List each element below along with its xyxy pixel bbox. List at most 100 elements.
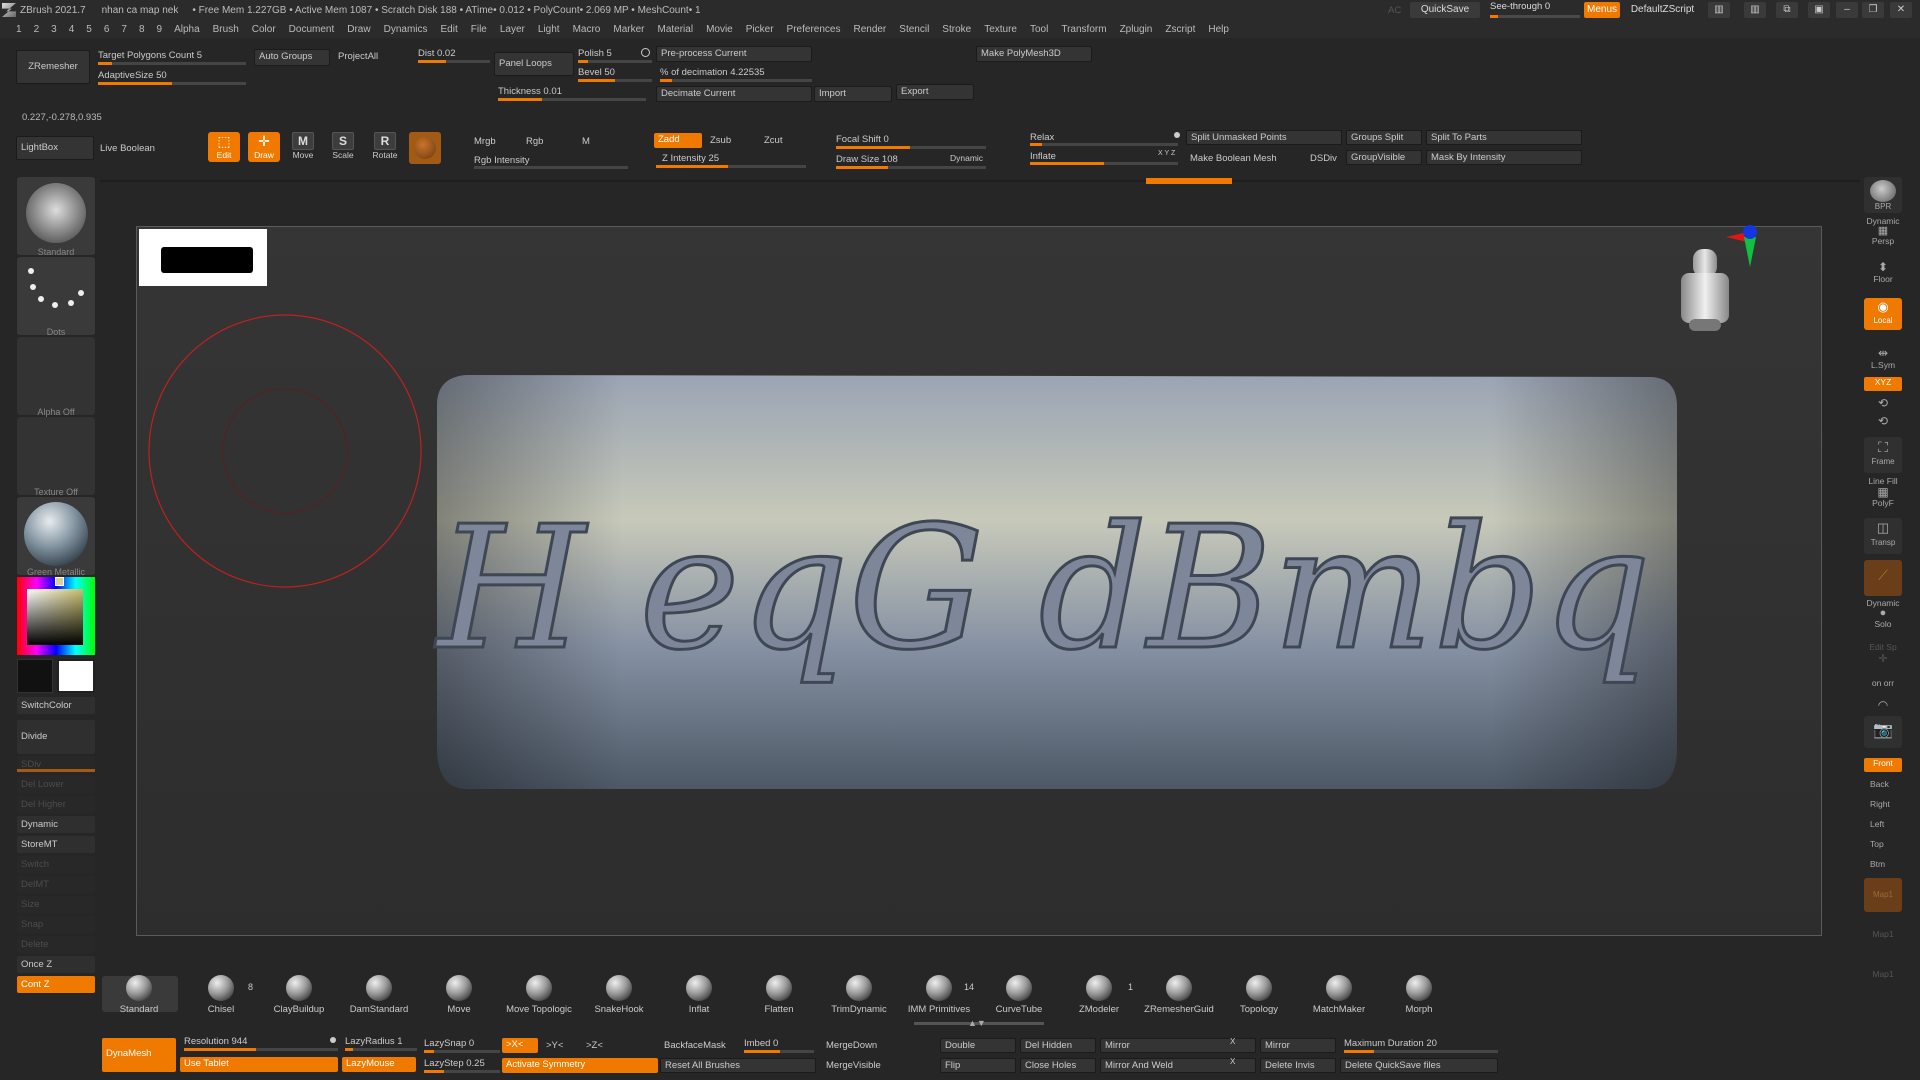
menu-help[interactable]: Help (1208, 24, 1229, 35)
relax-toggle-icon[interactable] (1174, 132, 1180, 138)
menu-file[interactable]: File (471, 24, 487, 35)
gauge-icon[interactable]: ◠ (1864, 698, 1902, 712)
menu-color[interactable]: Color (252, 24, 276, 35)
brush-topology[interactable]: Topology (1224, 975, 1294, 1015)
brush-standard[interactable]: Standard (104, 975, 174, 1015)
menu-document[interactable]: Document (289, 24, 335, 35)
mask-by-intensity-button[interactable]: Mask By Intensity (1426, 150, 1582, 165)
menu-tool[interactable]: Tool (1030, 24, 1048, 35)
draw-size-slider[interactable] (836, 166, 986, 169)
rotate-y-icon[interactable]: ⟲ (1864, 396, 1902, 410)
brush-trimdynamic[interactable]: TrimDynamic (824, 975, 894, 1015)
color-picker[interactable] (17, 577, 95, 655)
brush-curvetube[interactable]: CurveTube (984, 975, 1054, 1015)
see-through-slider[interactable]: See-through 0 (1490, 1, 1580, 19)
restore-icon[interactable]: ❐ (1862, 2, 1884, 18)
resolution-slider[interactable] (184, 1048, 338, 1051)
activate-symmetry-button[interactable]: Activate Symmetry (502, 1058, 658, 1073)
view-front-button[interactable]: Front (1864, 758, 1902, 772)
menu-picker[interactable]: Picker (746, 24, 774, 35)
ghost-button[interactable]: ⟋ (1864, 560, 1902, 596)
adaptive-size-slider[interactable] (98, 82, 246, 85)
scale-mode-button[interactable]: S Scale (327, 132, 359, 162)
lsym-button[interactable]: ⇹ L.Sym (1864, 346, 1902, 370)
live-boolean-button[interactable]: Live Boolean (100, 143, 155, 154)
flip-button[interactable]: Flip (940, 1058, 1016, 1073)
menu-zplugin[interactable]: Zplugin (1120, 24, 1153, 35)
brush-imm-primitives[interactable]: IMM Primitives (904, 975, 974, 1015)
close-holes-button[interactable]: Close Holes (1020, 1058, 1096, 1073)
menu-edit[interactable]: Edit (441, 24, 458, 35)
auto-groups-button[interactable]: Auto Groups (254, 49, 330, 66)
brush-morph[interactable]: Morph (1384, 975, 1454, 1015)
rgb-button[interactable]: Rgb (526, 136, 543, 147)
maximum-duration-slider[interactable] (1344, 1050, 1498, 1053)
split-unmasked-points-button[interactable]: Split Unmasked Points (1186, 130, 1342, 145)
bpr-render-button[interactable]: BPR (1864, 177, 1902, 213)
switch-button[interactable]: Switch (17, 856, 95, 873)
view-right-button[interactable]: Right (1864, 799, 1902, 809)
inflate-axis-label[interactable]: X Y Z (1158, 150, 1175, 157)
move-mode-button[interactable]: M Move (287, 132, 319, 162)
menu-preferences[interactable]: Preferences (787, 24, 841, 35)
m-button[interactable]: M (582, 136, 590, 147)
texture-thumbnail-button[interactable]: Texture Off (17, 417, 95, 497)
solo-button[interactable]: Dynamic ● Solo (1864, 598, 1902, 629)
brush-snakehook[interactable]: SnakeHook (584, 975, 654, 1015)
polish-toggle-icon[interactable] (641, 48, 650, 57)
hotkey-1[interactable]: 1 (16, 24, 22, 35)
menu-texture[interactable]: Texture (984, 24, 1017, 35)
hotkey-4[interactable]: 4 (69, 24, 75, 35)
reset-all-brushes-button[interactable]: Reset All Brushes (660, 1058, 816, 1073)
focal-shift-slider[interactable] (836, 146, 986, 149)
symmetry-z-button[interactable]: >Z< (586, 1040, 603, 1051)
symmetry-x-button[interactable]: >X< (502, 1038, 538, 1053)
menu-draw[interactable]: Draw (347, 24, 370, 35)
local-button[interactable]: ◉ Local (1864, 298, 1902, 330)
menu-marker[interactable]: Marker (613, 24, 644, 35)
hotkey-7[interactable]: 7 (121, 24, 127, 35)
brush-thumbnail-button[interactable]: Standard (17, 177, 95, 257)
menu-zscript[interactable]: Zscript (1165, 24, 1195, 35)
stroke-thumbnail-button[interactable]: Dots (17, 257, 95, 337)
delete-button[interactable]: Delete (17, 936, 95, 953)
imbed-slider[interactable] (744, 1050, 814, 1053)
hue-marker[interactable] (55, 577, 64, 586)
frame-button[interactable]: ⛶ Frame (1864, 437, 1902, 473)
map1-active-button[interactable]: Map1 (1864, 878, 1902, 912)
del-hidden-button[interactable]: Del Hidden (1020, 1038, 1096, 1053)
rotate-mode-button[interactable]: R Rotate (369, 132, 401, 162)
delete-quicksave-files-button[interactable]: Delete QuickSave files (1340, 1058, 1498, 1073)
secondary-color-swatch[interactable] (17, 659, 53, 693)
snap-button[interactable]: Snap (17, 916, 95, 933)
menu-dynamics[interactable]: Dynamics (384, 24, 428, 35)
menu-render[interactable]: Render (853, 24, 886, 35)
divide-button[interactable]: Divide (17, 720, 95, 754)
perspective-button[interactable]: Dynamic ▦ Persp (1864, 216, 1902, 246)
dynamic-size-toggle[interactable]: Dynamic (950, 153, 983, 163)
lightbox-button[interactable]: LightBox (16, 136, 94, 160)
once-z-button[interactable]: Once Z (17, 956, 95, 973)
lazy-step-slider[interactable] (424, 1070, 500, 1073)
lazy-mouse-button[interactable]: LazyMouse (342, 1057, 416, 1072)
group-visible-button[interactable]: GroupVisible (1346, 150, 1422, 165)
bevel-slider[interactable] (578, 79, 652, 82)
default-zscript-button[interactable]: DefaultZScript (1625, 2, 1700, 18)
store-mt-button[interactable]: StoreMT (17, 836, 95, 853)
lazy-snap-slider[interactable] (424, 1050, 500, 1053)
hotkey-2[interactable]: 2 (34, 24, 40, 35)
dist-slider[interactable] (418, 60, 490, 63)
rgb-intensity-slider[interactable] (474, 166, 628, 169)
view-top-button[interactable]: Top (1864, 839, 1902, 849)
del-mt-button[interactable]: DelMT (17, 876, 95, 893)
symmetry-y-button[interactable]: >Y< (546, 1040, 563, 1051)
color-saturation-square[interactable] (27, 589, 83, 645)
brush-inflat[interactable]: Inflat (664, 975, 734, 1015)
merge-visible-button[interactable]: MergeVisible (826, 1060, 881, 1071)
brush-move-topologic[interactable]: Move Topologic (504, 975, 574, 1015)
menus-toggle-button[interactable]: Menus (1584, 2, 1620, 18)
inflate-slider[interactable] (1030, 162, 1178, 165)
transp-button[interactable]: ◫ Transp (1864, 518, 1902, 554)
menu-material[interactable]: Material (657, 24, 693, 35)
brush-scroll-arrow-icon[interactable]: ▲▼ (968, 1018, 986, 1028)
